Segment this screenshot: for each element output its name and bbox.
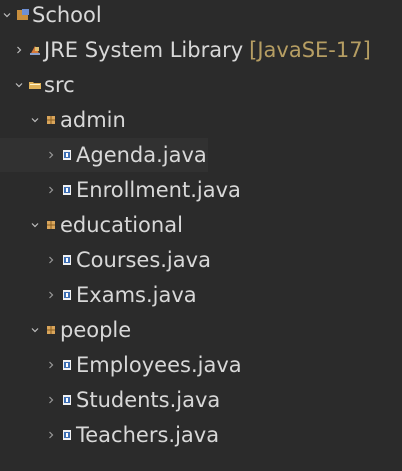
java-file-icon [60,393,74,407]
tree-item-students-java[interactable]: Students.java [0,383,220,417]
library-version-decoration: [JavaSE-17] [249,38,371,62]
java-file-icon [60,148,74,162]
java-file-icon [60,253,74,267]
chevron-right-icon[interactable] [46,393,56,407]
tree-item-label: Courses.java [76,248,211,272]
chevron-down-icon[interactable] [14,78,24,92]
chevron-down-icon[interactable] [30,218,40,232]
chevron-right-icon[interactable] [46,428,56,442]
chevron-right-icon[interactable] [46,288,56,302]
tree-item-school[interactable]: School [0,0,102,32]
chevron-down-icon[interactable] [30,323,40,337]
package-icon [44,218,58,232]
tree-item-teachers-java[interactable]: Teachers.java [0,418,219,452]
tree-item-label: people [60,318,132,342]
tree-item-educational-package[interactable]: educational [0,208,183,242]
chevron-right-icon[interactable] [46,148,56,162]
chevron-right-icon[interactable] [46,358,56,372]
java-file-icon [60,183,74,197]
tree-item-label: Employees.java [76,353,242,377]
tree-item-label: JRE System Library [44,38,244,62]
tree-item-label: Enrollment.java [76,178,241,202]
source-folder-icon [28,78,42,92]
package-explorer-tree: School JRE System Library [JavaSE-17] sr… [0,0,402,471]
package-icon [44,323,58,337]
java-project-icon [16,8,30,22]
tree-item-enrollment-java[interactable]: Enrollment.java [0,173,241,207]
chevron-right-icon[interactable] [46,253,56,267]
chevron-right-icon[interactable] [14,43,24,57]
java-file-icon [60,358,74,372]
tree-item-label: educational [60,213,183,237]
tree-item-label: School [32,3,102,27]
chevron-down-icon[interactable] [30,113,40,127]
tree-item-label: admin [60,108,126,132]
tree-item-label: Exams.java [76,283,197,307]
tree-item-label: Agenda.java [76,143,207,167]
chevron-right-icon[interactable] [46,183,56,197]
tree-item-label: Teachers.java [76,423,220,447]
tree-item-label: Students.java [76,388,221,412]
tree-item-label: src [44,73,75,97]
library-icon [28,43,42,57]
chevron-down-icon[interactable] [2,8,12,22]
tree-item-people-package[interactable]: people [0,313,131,347]
java-file-icon [60,428,74,442]
tree-item-courses-java[interactable]: Courses.java [0,243,211,277]
java-file-icon [60,288,74,302]
tree-item-jre-library[interactable]: JRE System Library [JavaSE-17] [0,33,371,67]
package-icon [44,113,58,127]
tree-item-exams-java[interactable]: Exams.java [0,278,197,312]
tree-item-admin-package[interactable]: admin [0,103,126,137]
tree-item-agenda-java[interactable]: Agenda.java [0,138,208,172]
tree-item-src[interactable]: src [0,68,75,102]
tree-item-employees-java[interactable]: Employees.java [0,348,242,382]
